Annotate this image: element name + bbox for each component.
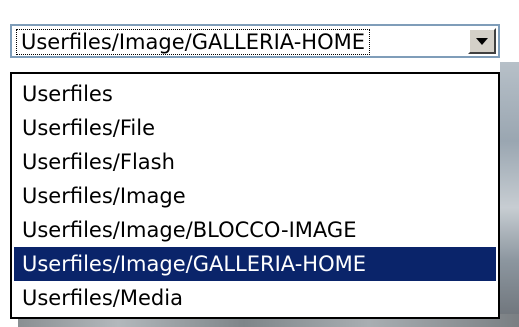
folder-select-value: Userfiles/Image/GALLERIA-HOME <box>16 29 370 55</box>
dropdown-option[interactable]: Userfiles/File <box>14 111 496 145</box>
dropdown-option[interactable]: Userfiles/Image <box>14 179 496 213</box>
dropdown-option-selected[interactable]: Userfiles/Image/GALLERIA-HOME <box>14 247 496 281</box>
chevron-down-icon <box>476 38 488 45</box>
dropdown-arrow-button[interactable] <box>468 28 496 54</box>
dropdown-option[interactable]: Userfiles <box>14 77 496 111</box>
folder-dropdown-list: Userfiles Userfiles/File Userfiles/Flash… <box>10 72 500 319</box>
dropdown-option[interactable]: Userfiles/Image/BLOCCO-IMAGE <box>14 213 496 247</box>
background-photo <box>500 62 519 327</box>
dropdown-option[interactable]: Userfiles/Flash <box>14 145 496 179</box>
dropdown-option[interactable]: Userfiles/Media <box>14 281 496 315</box>
folder-select[interactable]: Userfiles/Image/GALLERIA-HOME <box>10 24 500 58</box>
